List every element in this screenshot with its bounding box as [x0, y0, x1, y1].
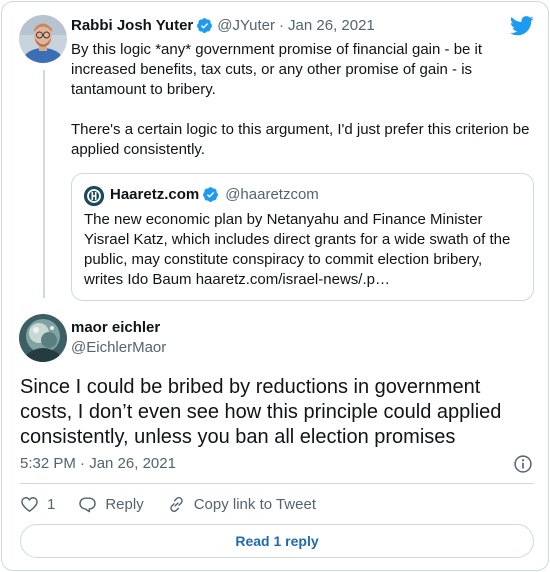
- reply-button[interactable]: Reply: [78, 495, 144, 514]
- quoted-author-name: Haaretz.com: [110, 186, 200, 203]
- parent-tweet-date[interactable]: Jan 26, 2021: [288, 17, 375, 34]
- main-tweet-handle-row: @EichlerMaor: [71, 339, 166, 356]
- parent-author-handle[interactable]: @JYuter: [217, 17, 275, 34]
- main-tweet-text: Since I could be bribed by reductions in…: [20, 376, 502, 448]
- quoted-author-handle: @haaretzcom: [225, 186, 319, 203]
- twitter-bird-icon[interactable]: [510, 16, 534, 36]
- info-icon[interactable]: [513, 454, 533, 474]
- thread-connector-line: [43, 70, 45, 298]
- main-author-handle[interactable]: @EichlerMaor: [71, 339, 166, 356]
- link-icon: [169, 496, 183, 513]
- read-reply-button[interactable]: Read 1 reply: [20, 524, 534, 558]
- quoted-tweet-header: Haaretz.com @haaretzcom: [110, 186, 319, 203]
- parent-tweet-text-2: There's a certain logic to this argument…: [71, 121, 530, 158]
- like-count: 1: [47, 496, 56, 513]
- main-tweet-name-row: maor eichler: [71, 319, 160, 336]
- verified-badge-icon: [203, 187, 219, 202]
- copy-link-label: Copy link to Tweet: [193, 496, 316, 513]
- main-avatar[interactable]: [19, 314, 67, 362]
- quoted-tweet-card[interactable]: Haaretz.com @haaretzcom The new economic…: [71, 173, 534, 301]
- reply-label: Reply: [105, 496, 144, 513]
- haaretz-avatar: [84, 186, 104, 206]
- main-tweet-timestamp[interactable]: 5:32 PM · Jan 26, 2021: [20, 455, 176, 472]
- heart-icon: [21, 497, 38, 512]
- copy-link-button[interactable]: Copy link to Tweet: [167, 495, 316, 514]
- like-button[interactable]: 1: [20, 495, 55, 514]
- parent-tweet-header: Rabbi Josh Yuter @JYuter · Jan 26, 2021: [71, 17, 375, 34]
- parent-author-name[interactable]: Rabbi Josh Yuter: [71, 17, 193, 34]
- main-author-name[interactable]: maor eichler: [71, 319, 160, 336]
- divider: [20, 483, 534, 484]
- parent-tweet-text-1: By this logic *any* government promise o…: [71, 41, 483, 98]
- verified-badge-icon: [197, 18, 213, 33]
- action-bar: 1 Reply Copy link to Tweet: [20, 495, 316, 514]
- speech-bubble-icon: [79, 497, 97, 513]
- quoted-tweet-text: The new economic plan by Netanyahu and F…: [84, 211, 511, 288]
- header-separator: ·: [279, 17, 285, 34]
- tweet-embed-card: Rabbi Josh Yuter @JYuter · Jan 26, 2021 …: [1, 1, 549, 571]
- parent-avatar[interactable]: [19, 15, 67, 63]
